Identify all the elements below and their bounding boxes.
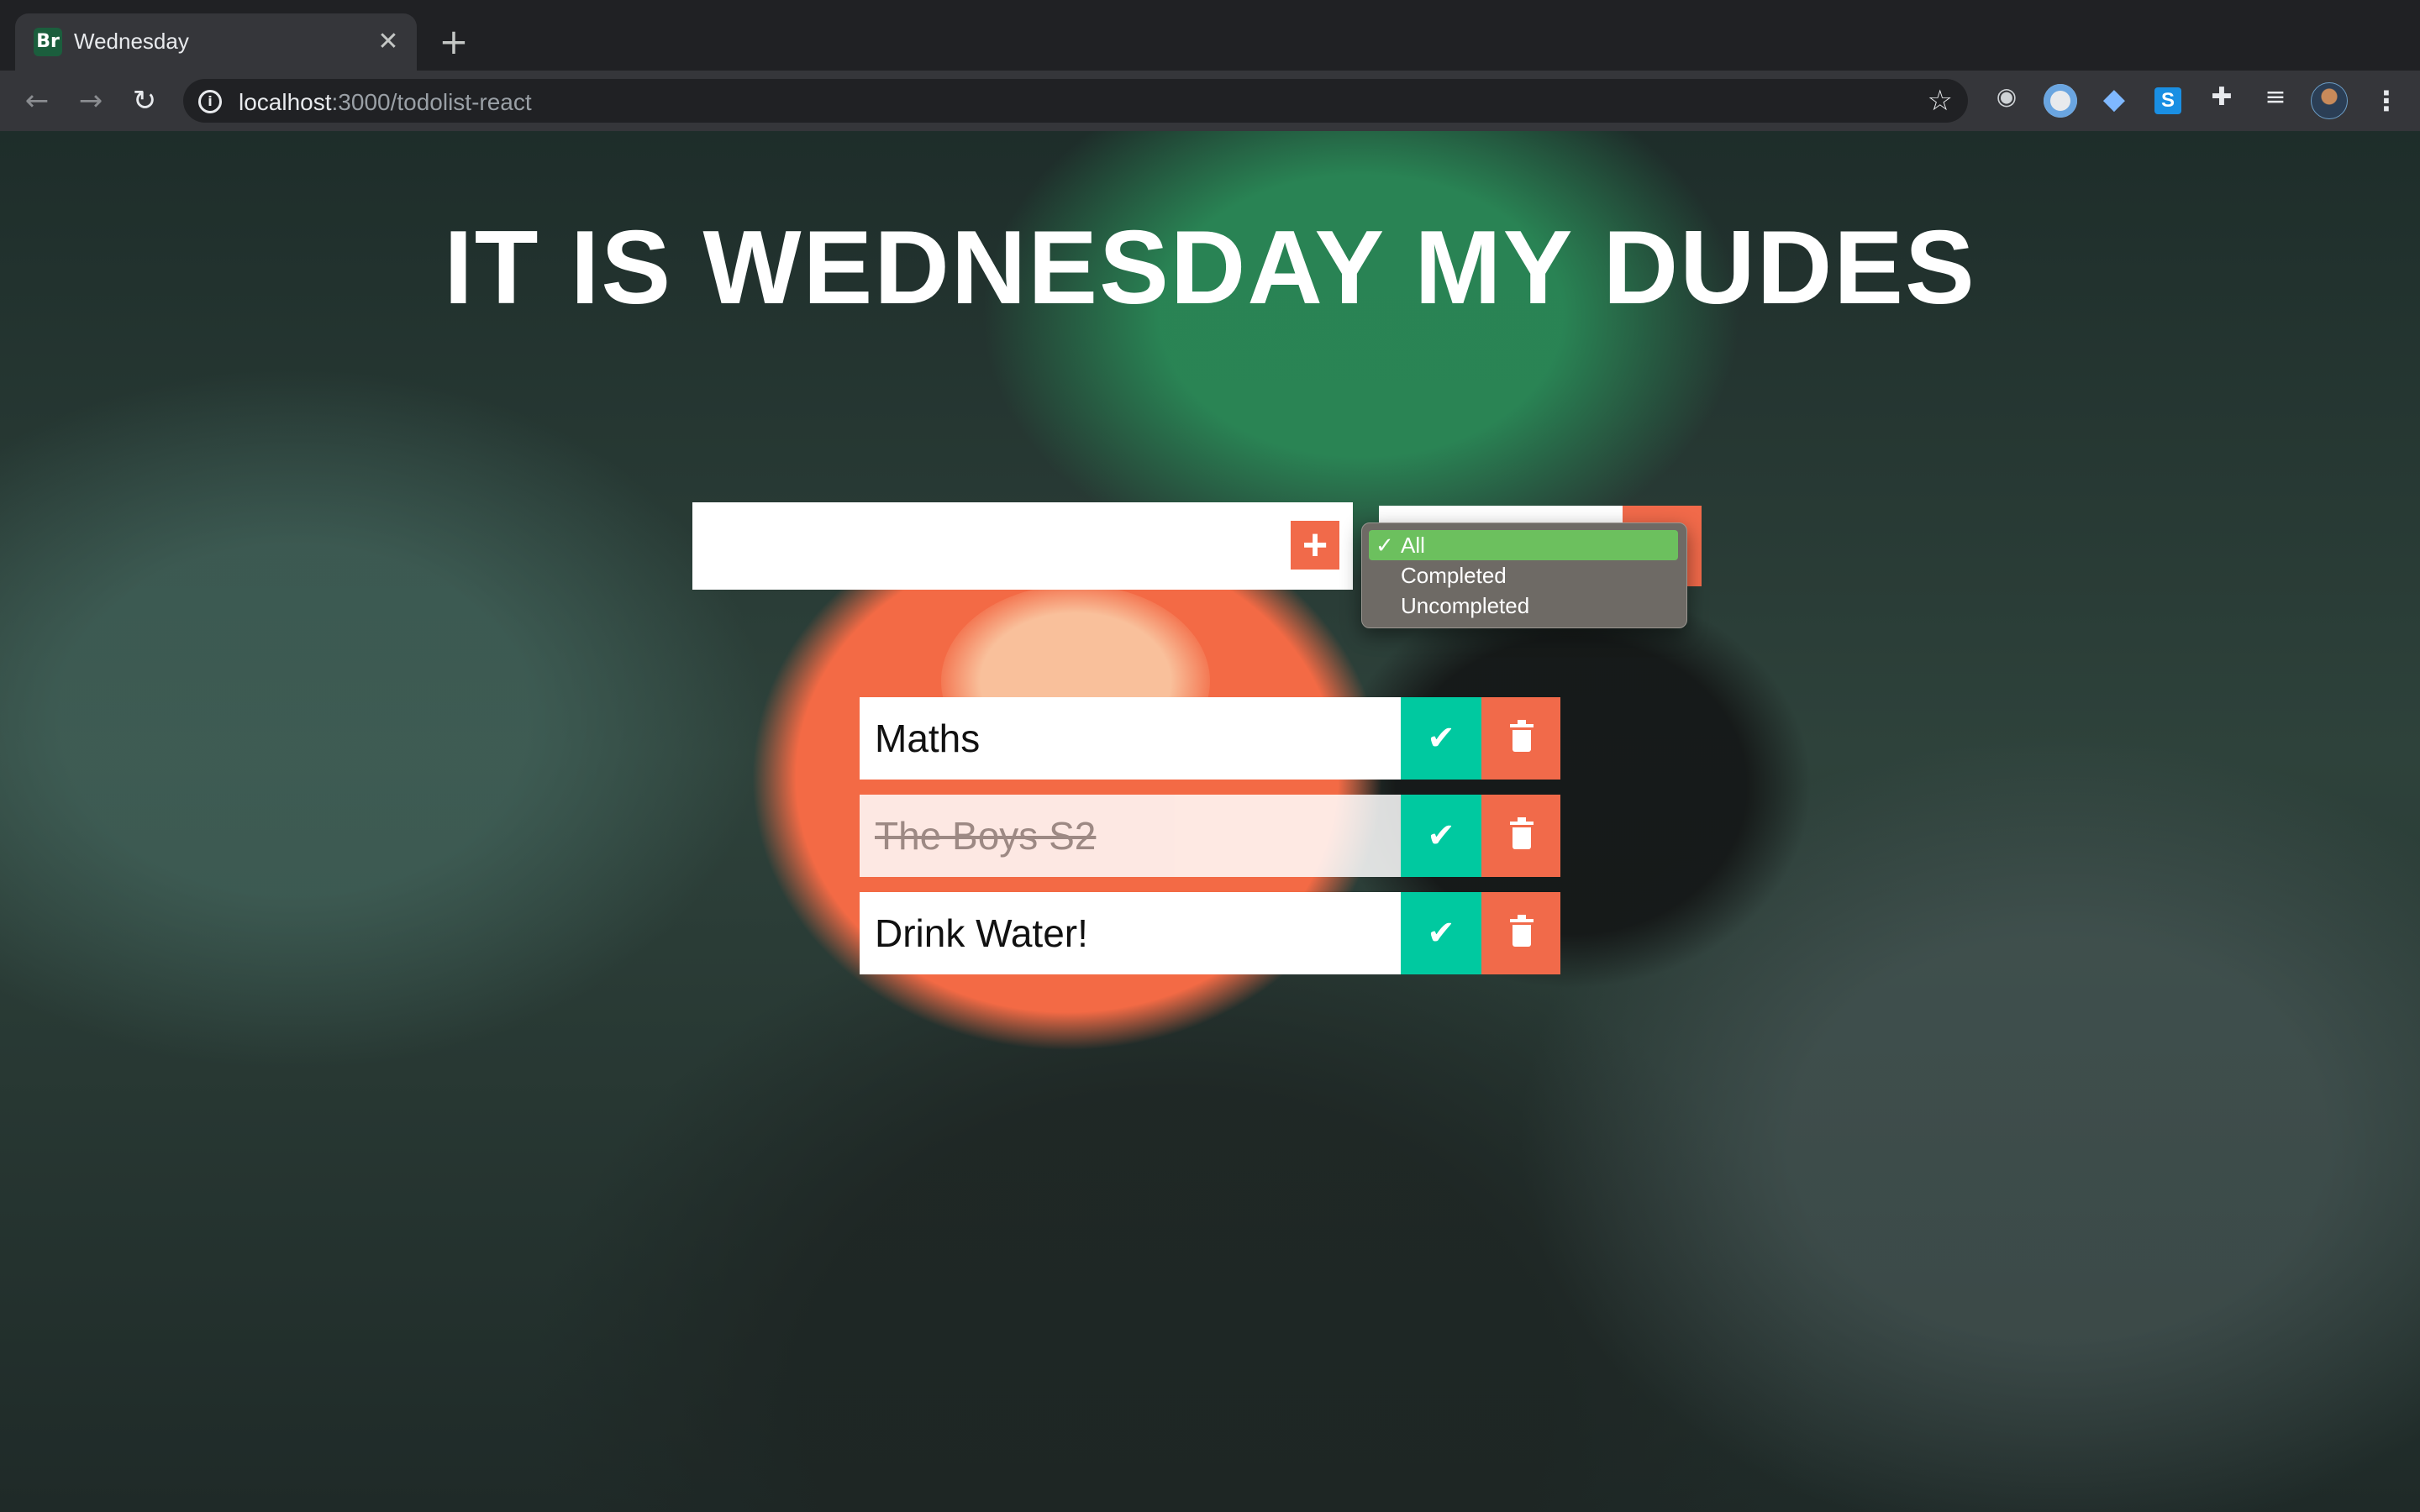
todo-input[interactable] [692,502,1353,590]
bookmark-star-icon[interactable]: ☆ [1928,84,1953,118]
more-menu-icon[interactable]: ⋮ [2368,82,2405,119]
tab-title: Wednesday [74,29,189,54]
s-extension-icon[interactable]: S [2149,82,2186,119]
filter-option-all[interactable]: ✓ All [1369,530,1678,560]
circle-extension-icon[interactable] [2042,82,2079,119]
todo-text: The Boys S2 [860,795,1401,877]
tab-strip: Br Wednesday ✕ + [0,0,2420,71]
todo-item: The Boys S2 ✔ [860,795,1560,877]
favicon-icon: Br [34,28,62,56]
filter-option-completed[interactable]: Completed [1369,560,1678,591]
complete-button[interactable]: ✔ [1401,795,1481,877]
add-todo-button[interactable]: + [1291,521,1339,570]
plus-icon: + [1302,521,1328,570]
info-icon[interactable]: i [198,90,222,113]
address-bar[interactable]: i localhost:3000/todolist-react ☆ [183,79,1968,123]
avatar[interactable] [2311,82,2348,119]
reading-queue-icon[interactable]: ≡ [2257,82,2294,119]
browser-tab[interactable]: Br Wednesday ✕ [15,13,417,71]
puzzle-icon[interactable]: ✚ [2203,82,2240,119]
browser-toolbar: ← → ↻ i localhost:3000/todolist-react ☆ … [0,71,2420,131]
reload-button[interactable]: ↻ [126,82,163,119]
delete-button[interactable] [1481,697,1560,780]
todo-text: Drink Water! [860,892,1401,974]
back-button[interactable]: ← [18,82,55,119]
forward-button[interactable]: → [72,82,109,119]
todo-item: Maths ✔ [860,697,1560,780]
filter-option-uncompleted[interactable]: Uncompleted [1369,591,1678,621]
close-icon[interactable]: ✕ [373,27,403,57]
url-host: localhost [239,89,332,115]
complete-button[interactable]: ✔ [1401,892,1481,974]
page-content: IT IS WEDNESDAY MY DUDES + ✓ All Complet… [0,131,2420,1512]
filter-dropdown: ✓ All Completed Uncompleted [1361,522,1687,628]
new-tab-button[interactable]: + [435,24,472,60]
delete-button[interactable] [1481,892,1560,974]
spy-extension-icon[interactable]: ◉ [1988,82,2025,119]
complete-button[interactable]: ✔ [1401,697,1481,780]
check-icon: ✓ [1376,533,1394,558]
delete-button[interactable] [1481,795,1560,877]
todo-item: Drink Water! ✔ [860,892,1560,974]
url-text[interactable]: localhost:3000/todolist-react [239,89,532,116]
url-path: :3000/todolist-react [331,89,532,115]
gem-extension-icon[interactable]: ◆ [2096,82,2133,119]
todo-text: Maths [860,697,1401,780]
page-title: IT IS WEDNESDAY MY DUDES [444,210,1976,326]
